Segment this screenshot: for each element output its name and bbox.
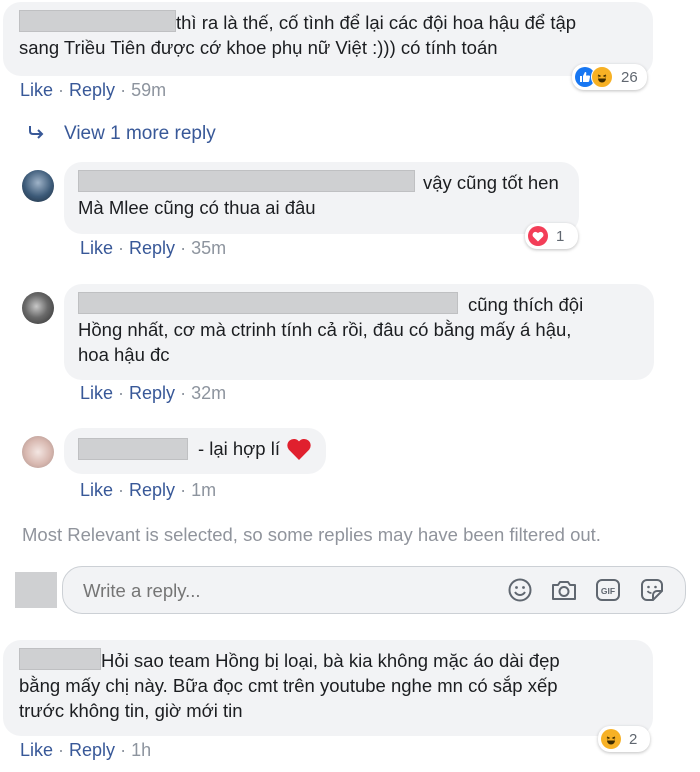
comment-actions: Like · Reply · 59m: [20, 80, 167, 100]
reply-link[interactable]: Reply: [129, 480, 175, 500]
avatar[interactable]: [22, 436, 54, 468]
reply-text: - lại hợp lí: [197, 438, 280, 459]
reply-text-line2: Hồng nhất, cơ mà ctrinh tính cả rồi, đâu…: [78, 319, 572, 340]
comment-bubble: thì ra là thế, cố tình để lại các đội ho…: [3, 2, 653, 76]
reply-link[interactable]: Reply: [69, 740, 115, 760]
comment-text-line2: sang Triều Tiên được cớ khoe phụ nữ Việt…: [19, 37, 498, 58]
reply-input[interactable]: [81, 576, 485, 606]
reply-text: cũng thích đội: [468, 294, 584, 315]
reply-input-box[interactable]: GIF: [62, 566, 686, 614]
filter-notice: Most Relevant is selected, so some repli…: [22, 524, 601, 545]
like-link[interactable]: Like: [80, 383, 113, 403]
reaction-summary[interactable]: 2: [598, 726, 650, 752]
comment-bubble: Hỏi sao team Hồng bị loại, bà kia không …: [3, 640, 653, 736]
reply-bubble: - lại hợp lí: [64, 428, 326, 474]
like-link[interactable]: Like: [20, 740, 53, 760]
comment-text-line2: bằng mấy chị này. Bữa đọc cmt trên youtu…: [19, 675, 558, 696]
emoji-icon[interactable]: [507, 577, 533, 608]
reply-link[interactable]: Reply: [129, 383, 175, 403]
composer-avatar: [15, 572, 57, 608]
reply-link[interactable]: Reply: [69, 80, 115, 100]
avatar[interactable]: [22, 292, 54, 324]
timestamp[interactable]: 35m: [191, 238, 226, 258]
svg-text:GIF: GIF: [601, 586, 615, 596]
gif-icon[interactable]: GIF: [595, 577, 621, 608]
camera-icon[interactable]: [550, 577, 578, 608]
haha-reaction-icon: [591, 66, 613, 88]
reply-link[interactable]: Reply: [129, 238, 175, 258]
reply-actions: Like · Reply · 32m: [80, 383, 227, 403]
heart-emoji-icon: [286, 437, 312, 461]
comment-text: Hỏi sao team Hồng bị loại, bà kia không …: [101, 650, 560, 671]
timestamp[interactable]: 32m: [191, 383, 226, 403]
view-more-replies[interactable]: View 1 more reply: [28, 123, 216, 145]
reaction-summary[interactable]: 1: [525, 223, 578, 249]
avatar[interactable]: [22, 170, 54, 202]
redacted-name: [19, 648, 101, 670]
reply-actions: Like · Reply · 35m: [80, 238, 227, 258]
love-reaction-icon: [528, 226, 548, 246]
like-link[interactable]: Like: [20, 80, 53, 100]
like-link[interactable]: Like: [80, 238, 113, 258]
redacted-name: [78, 170, 415, 192]
comment-text-line3: trước không tin, giờ mới tin: [19, 700, 243, 721]
reaction-count: 1: [556, 227, 565, 245]
reaction-count: 2: [629, 730, 638, 748]
redacted-name: [78, 292, 458, 314]
reply-bubble: cũng thích đội Hồng nhất, cơ mà ctrinh t…: [64, 284, 654, 380]
timestamp[interactable]: 59m: [131, 80, 166, 100]
timestamp[interactable]: 1h: [131, 740, 151, 760]
haha-reaction-icon: [601, 729, 621, 749]
view-more-label: View 1 more reply: [64, 123, 216, 144]
reaction-count: 26: [621, 68, 638, 86]
redacted-name: [78, 437, 188, 460]
comment-text: thì ra là thế, cố tình để lại các đội ho…: [176, 12, 577, 33]
like-link[interactable]: Like: [80, 480, 113, 500]
redacted-name: [19, 10, 176, 32]
reaction-summary[interactable]: 26: [572, 64, 647, 90]
timestamp[interactable]: 1m: [191, 480, 216, 500]
reply-text: vậy cũng tốt hen: [423, 172, 559, 193]
comment-actions: Like · Reply · 1h: [20, 740, 152, 760]
reply-actions: Like · Reply · 1m: [80, 480, 217, 500]
sticker-icon[interactable]: [639, 577, 665, 608]
reply-arrow-icon: [28, 123, 58, 145]
reply-bubble: vậy cũng tốt hen Mà Mlee cũng có thua ai…: [64, 162, 579, 234]
reply-text-line2: Mà Mlee cũng có thua ai đâu: [78, 197, 316, 218]
reply-text-line3: hoa hậu đc: [78, 344, 170, 365]
